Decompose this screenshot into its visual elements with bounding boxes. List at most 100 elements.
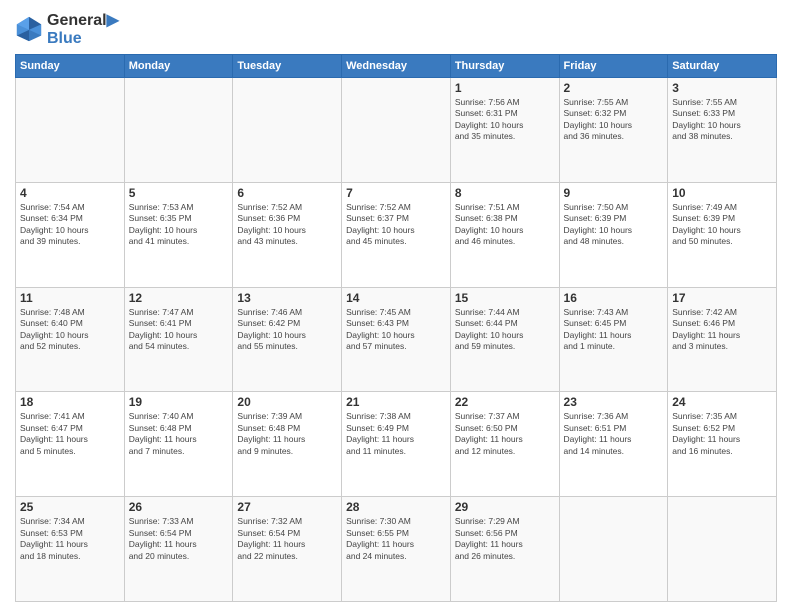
week-row-5: 25 Sunrise: 7:34 AM Sunset: 6:53 PM Dayli…: [16, 497, 777, 602]
calendar-cell: 28 Sunrise: 7:30 AM Sunset: 6:55 PM Dayli…: [342, 497, 451, 602]
day-info: Sunrise: 7:34 AM Sunset: 6:53 PM Dayligh…: [20, 516, 120, 562]
day-number: 24: [672, 395, 772, 409]
calendar-cell: 1 Sunrise: 7:56 AM Sunset: 6:31 PM Daylig…: [450, 78, 559, 183]
calendar-cell: 29 Sunrise: 7:29 AM Sunset: 6:56 PM Dayli…: [450, 497, 559, 602]
calendar-cell: 7 Sunrise: 7:52 AM Sunset: 6:37 PM Daylig…: [342, 182, 451, 287]
calendar-cell: 27 Sunrise: 7:32 AM Sunset: 6:54 PM Dayli…: [233, 497, 342, 602]
day-number: 16: [564, 291, 664, 305]
day-number: 12: [129, 291, 229, 305]
day-number: 29: [455, 500, 555, 514]
calendar-cell: 23Sunrise: 7:36 AM Sunset: 6:51 PM Dayli…: [559, 392, 668, 497]
day-info: Sunrise: 7:44 AM Sunset: 6:44 PM Dayligh…: [455, 307, 555, 353]
day-info: Sunrise: 7:40 AM Sunset: 6:48 PM Dayligh…: [129, 411, 229, 457]
day-info: Sunrise: 7:50 AM Sunset: 6:39 PM Dayligh…: [564, 202, 664, 248]
calendar-cell: 14 Sunrise: 7:45 AM Sunset: 6:43 PM Dayli…: [342, 287, 451, 392]
logo: General▶ Blue: [15, 10, 119, 48]
calendar-cell: [668, 497, 777, 602]
day-info: Sunrise: 7:52 AM Sunset: 6:37 PM Dayligh…: [346, 202, 446, 248]
weekday-saturday: Saturday: [668, 55, 777, 78]
day-number: 21: [346, 395, 446, 409]
day-number: 20: [237, 395, 337, 409]
day-info: Sunrise: 7:37 AM Sunset: 6:50 PM Dayligh…: [455, 411, 555, 457]
header: General▶ Blue: [15, 10, 777, 48]
calendar-cell: 24Sunrise: 7:35 AM Sunset: 6:52 PM Dayli…: [668, 392, 777, 497]
day-info: Sunrise: 7:32 AM Sunset: 6:54 PM Dayligh…: [237, 516, 337, 562]
calendar-cell: 20 Sunrise: 7:39 AM Sunset: 6:48 PM Dayli…: [233, 392, 342, 497]
day-number: 18: [20, 395, 120, 409]
day-number: 7: [346, 186, 446, 200]
week-row-2: 4Sunrise: 7:54 AM Sunset: 6:34 PM Daylig…: [16, 182, 777, 287]
week-row-3: 11Sunrise: 7:48 AM Sunset: 6:40 PM Dayli…: [16, 287, 777, 392]
day-info: Sunrise: 7:51 AM Sunset: 6:38 PM Dayligh…: [455, 202, 555, 248]
day-info: Sunrise: 7:29 AM Sunset: 6:56 PM Dayligh…: [455, 516, 555, 562]
calendar-cell: 12 Sunrise: 7:47 AM Sunset: 6:41 PM Dayli…: [124, 287, 233, 392]
day-number: 25: [20, 500, 120, 514]
calendar-cell: 26 Sunrise: 7:33 AM Sunset: 6:54 PM Dayli…: [124, 497, 233, 602]
day-info: Sunrise: 7:36 AM Sunset: 6:51 PM Dayligh…: [564, 411, 664, 457]
calendar-cell: 16 Sunrise: 7:43 AM Sunset: 6:45 PM Dayli…: [559, 287, 668, 392]
weekday-tuesday: Tuesday: [233, 55, 342, 78]
calendar-cell: 25 Sunrise: 7:34 AM Sunset: 6:53 PM Dayli…: [16, 497, 125, 602]
day-number: 26: [129, 500, 229, 514]
day-info: Sunrise: 7:56 AM Sunset: 6:31 PM Dayligh…: [455, 97, 555, 143]
calendar-cell: 6 Sunrise: 7:52 AM Sunset: 6:36 PM Daylig…: [233, 182, 342, 287]
day-info: Sunrise: 7:41 AM Sunset: 6:47 PM Dayligh…: [20, 411, 120, 457]
day-number: 6: [237, 186, 337, 200]
day-number: 27: [237, 500, 337, 514]
day-number: 10: [672, 186, 772, 200]
day-number: 8: [455, 186, 555, 200]
calendar-cell: 21 Sunrise: 7:38 AM Sunset: 6:49 PM Dayli…: [342, 392, 451, 497]
calendar-cell: 22 Sunrise: 7:37 AM Sunset: 6:50 PM Dayli…: [450, 392, 559, 497]
day-number: 9: [564, 186, 664, 200]
day-number: 15: [455, 291, 555, 305]
day-number: 1: [455, 81, 555, 95]
calendar-cell: 8 Sunrise: 7:51 AM Sunset: 6:38 PM Daylig…: [450, 182, 559, 287]
weekday-thursday: Thursday: [450, 55, 559, 78]
day-info: Sunrise: 7:39 AM Sunset: 6:48 PM Dayligh…: [237, 411, 337, 457]
weekday-wednesday: Wednesday: [342, 55, 451, 78]
day-info: Sunrise: 7:45 AM Sunset: 6:43 PM Dayligh…: [346, 307, 446, 353]
week-row-1: 1 Sunrise: 7:56 AM Sunset: 6:31 PM Daylig…: [16, 78, 777, 183]
day-number: 5: [129, 186, 229, 200]
weekday-monday: Monday: [124, 55, 233, 78]
day-info: Sunrise: 7:42 AM Sunset: 6:46 PM Dayligh…: [672, 307, 772, 353]
day-info: Sunrise: 7:55 AM Sunset: 6:33 PM Dayligh…: [672, 97, 772, 143]
day-info: Sunrise: 7:43 AM Sunset: 6:45 PM Dayligh…: [564, 307, 664, 353]
day-number: 19: [129, 395, 229, 409]
day-info: Sunrise: 7:33 AM Sunset: 6:54 PM Dayligh…: [129, 516, 229, 562]
calendar-cell: [342, 78, 451, 183]
day-number: 28: [346, 500, 446, 514]
calendar-cell: [233, 78, 342, 183]
day-number: 17: [672, 291, 772, 305]
logo-text: General▶ Blue: [47, 10, 119, 48]
day-number: 22: [455, 395, 555, 409]
logo-icon: [15, 15, 43, 43]
day-info: Sunrise: 7:52 AM Sunset: 6:36 PM Dayligh…: [237, 202, 337, 248]
calendar-cell: 5 Sunrise: 7:53 AM Sunset: 6:35 PM Daylig…: [124, 182, 233, 287]
calendar-cell: 17 Sunrise: 7:42 AM Sunset: 6:46 PM Dayli…: [668, 287, 777, 392]
day-info: Sunrise: 7:48 AM Sunset: 6:40 PM Dayligh…: [20, 307, 120, 353]
day-info: Sunrise: 7:53 AM Sunset: 6:35 PM Dayligh…: [129, 202, 229, 248]
week-row-4: 18 Sunrise: 7:41 AM Sunset: 6:47 PM Dayli…: [16, 392, 777, 497]
calendar-cell: [559, 497, 668, 602]
calendar-cell: 9 Sunrise: 7:50 AM Sunset: 6:39 PM Daylig…: [559, 182, 668, 287]
calendar-cell: 18 Sunrise: 7:41 AM Sunset: 6:47 PM Dayli…: [16, 392, 125, 497]
calendar-cell: 15 Sunrise: 7:44 AM Sunset: 6:44 PM Dayli…: [450, 287, 559, 392]
day-number: 4: [20, 186, 120, 200]
calendar-cell: [16, 78, 125, 183]
calendar-cell: 13Sunrise: 7:46 AM Sunset: 6:42 PM Dayli…: [233, 287, 342, 392]
weekday-sunday: Sunday: [16, 55, 125, 78]
day-info: Sunrise: 7:55 AM Sunset: 6:32 PM Dayligh…: [564, 97, 664, 143]
day-info: Sunrise: 7:30 AM Sunset: 6:55 PM Dayligh…: [346, 516, 446, 562]
weekday-header-row: SundayMondayTuesdayWednesdayThursdayFrid…: [16, 55, 777, 78]
day-info: Sunrise: 7:49 AM Sunset: 6:39 PM Dayligh…: [672, 202, 772, 248]
calendar: SundayMondayTuesdayWednesdayThursdayFrid…: [15, 54, 777, 602]
calendar-cell: 19 Sunrise: 7:40 AM Sunset: 6:48 PM Dayli…: [124, 392, 233, 497]
day-info: Sunrise: 7:47 AM Sunset: 6:41 PM Dayligh…: [129, 307, 229, 353]
day-info: Sunrise: 7:46 AM Sunset: 6:42 PM Dayligh…: [237, 307, 337, 353]
day-number: 3: [672, 81, 772, 95]
day-info: Sunrise: 7:38 AM Sunset: 6:49 PM Dayligh…: [346, 411, 446, 457]
calendar-cell: [124, 78, 233, 183]
calendar-cell: 2Sunrise: 7:55 AM Sunset: 6:32 PM Daylig…: [559, 78, 668, 183]
day-number: 14: [346, 291, 446, 305]
